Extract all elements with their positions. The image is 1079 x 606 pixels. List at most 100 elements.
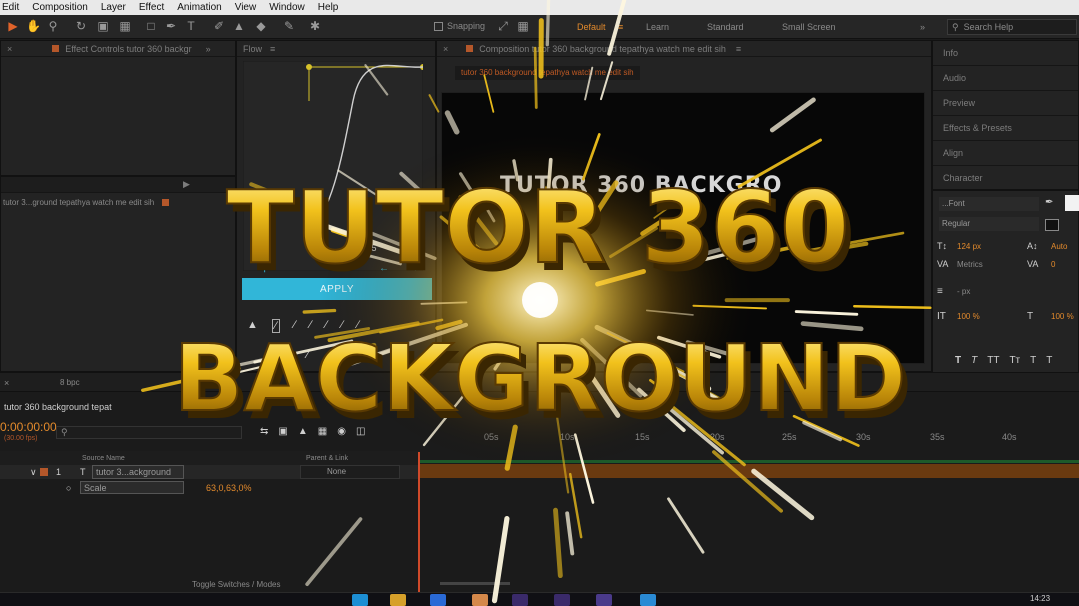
clone-stamp-tool-icon[interactable]: ▲	[232, 19, 246, 33]
workspace-menu-icon[interactable]: ≡	[618, 22, 623, 32]
audio-panel-tab[interactable]: Audio	[933, 66, 1078, 91]
layer-expand-icon[interactable]: ∨	[30, 467, 37, 478]
toggle-switches-modes[interactable]: Toggle Switches / Modes	[192, 580, 281, 589]
font-family-field[interactable]: ...Font	[939, 197, 1039, 211]
faux-italic-button[interactable]: T	[971, 355, 977, 366]
eyedropper-icon[interactable]: ✒	[1045, 197, 1053, 208]
vertical-scale-value[interactable]: 100 %	[957, 312, 980, 321]
composition-tab[interactable]: tutor 360 background tepathya watch me e…	[455, 66, 640, 80]
comp-close-icon[interactable]: ×	[443, 44, 448, 54]
star-icon[interactable]: ☆	[413, 241, 422, 252]
motion-blur-icon[interactable]: ◉	[337, 426, 346, 437]
ease-preset-2-icon[interactable]: ∕	[294, 319, 296, 333]
workspace-default[interactable]: Default	[577, 22, 606, 32]
flow-search-icon[interactable]: ⚲	[261, 263, 268, 274]
ease-preset-9-icon[interactable]: ∕	[307, 349, 309, 361]
timeline-search-input[interactable]: ⚲	[56, 426, 242, 439]
menu-composition[interactable]: Composition	[32, 2, 88, 13]
close-icon[interactable]: ×	[7, 44, 12, 54]
graph-editor-icon[interactable]: ◫	[356, 426, 365, 437]
stroke-color-swatch[interactable]	[1045, 219, 1059, 231]
info-panel-tab[interactable]: Info	[933, 41, 1078, 66]
all-caps-button[interactable]: TT	[987, 355, 999, 366]
eraser-tool-icon[interactable]: ◆	[254, 19, 268, 33]
project-search-bar[interactable]: ▶	[1, 177, 235, 193]
puppet-tool-icon[interactable]: ✱	[308, 19, 322, 33]
menu-view[interactable]: View	[235, 2, 257, 13]
rectangle-tool-icon[interactable]: □	[144, 19, 158, 33]
project-item[interactable]: tutor 3...ground tepathya watch me edit …	[1, 193, 235, 211]
draft-3d-icon[interactable]: ⇆	[260, 426, 268, 437]
stopwatch-icon[interactable]: ○	[66, 483, 71, 493]
effect-controls-header[interactable]: × Effect Controls tutor 360 backgr »	[1, 41, 235, 57]
workspace-small-screen[interactable]: Small Screen	[782, 22, 836, 32]
rotate-tool-icon[interactable]: ↻	[74, 19, 88, 33]
effects-presets-panel-tab[interactable]: Effects & Presets	[933, 116, 1078, 141]
selection-tool-icon[interactable]: ▶	[6, 19, 20, 33]
ease-preset-1-icon[interactable]: ∕	[271, 319, 280, 333]
preview-panel-tab[interactable]: Preview	[933, 91, 1078, 116]
taskbar-ae-icon[interactable]	[554, 594, 570, 606]
timecode[interactable]: 0:00:00:00	[0, 420, 57, 434]
taskbar-ae-icon[interactable]	[512, 594, 528, 606]
snap-edge-icon[interactable]: ⤢	[496, 19, 510, 33]
ease-add-icon[interactable]: +	[407, 349, 413, 361]
zoom-tool-icon[interactable]: ⚲	[46, 19, 60, 33]
menu-effect[interactable]: Effect	[139, 2, 164, 13]
scale-value[interactable]: 63,0,63,0%	[206, 483, 252, 493]
snapping-toggle[interactable]: Snapping	[434, 21, 485, 31]
workspace-overflow-icon[interactable]: »	[920, 22, 925, 32]
brush-tool-icon[interactable]: ✐	[212, 19, 226, 33]
taskbar-edge-icon[interactable]	[640, 594, 656, 606]
taskbar-folder-icon[interactable]	[390, 594, 406, 606]
tracking-value[interactable]: 0	[1051, 260, 1055, 269]
flow-menu-icon[interactable]: ≡	[270, 44, 275, 54]
flow-header[interactable]: Flow ≡	[237, 41, 435, 57]
align-panel-tab[interactable]: Align	[933, 141, 1078, 166]
menu-edit[interactable]: Edit	[2, 2, 19, 13]
menu-layer[interactable]: Layer	[101, 2, 126, 13]
camera-tool-icon[interactable]: ▣	[96, 19, 110, 33]
leading-value[interactable]: Auto	[1051, 242, 1067, 251]
taskbar-premiere-icon[interactable]	[596, 594, 612, 606]
cube-icon[interactable]: ▣	[278, 426, 287, 437]
layer-duration-bar[interactable]	[420, 464, 1079, 478]
layer-label-swatch[interactable]	[40, 468, 48, 476]
parent-dropdown[interactable]: None	[300, 465, 400, 479]
ease-preset-7-icon[interactable]: ∕	[267, 349, 269, 361]
workspace-standard[interactable]: Standard	[707, 22, 744, 32]
frame-blend-icon[interactable]: ▦	[318, 426, 327, 437]
horizontal-scale-value[interactable]: 100 %	[1051, 312, 1074, 321]
bpc-label[interactable]: 8 bpc	[60, 378, 80, 387]
taskbar-store-icon[interactable]	[430, 594, 446, 606]
shy-icon[interactable]: ▲	[298, 426, 308, 437]
roto-brush-tool-icon[interactable]: ✎	[282, 19, 296, 33]
ease-preset-4-icon[interactable]: ∕	[325, 319, 327, 333]
menu-window[interactable]: Window	[269, 2, 305, 13]
font-style-field[interactable]: Regular	[939, 217, 1039, 231]
flow-curve-graph[interactable]	[243, 61, 423, 271]
time-ruler[interactable]: 05s 10s 15s 20s 25s 30s 35s 40s	[420, 430, 1079, 444]
timeline-comp-tab[interactable]: tutor 360 background tepat	[4, 402, 112, 412]
work-area-bar[interactable]	[420, 460, 1079, 463]
apply-button[interactable]: APPLY	[242, 278, 432, 300]
ease-preset-3-icon[interactable]: ∕	[310, 319, 312, 333]
taskbar-app-icon[interactable]	[352, 594, 368, 606]
snapping-checkbox[interactable]	[434, 21, 443, 31]
hand-tool-icon[interactable]: ✋	[26, 19, 41, 33]
fill-color-swatch[interactable]	[1065, 195, 1079, 211]
composition-header[interactable]: × Composition tutor 360 background tepat…	[437, 41, 931, 57]
scale-property-row[interactable]: ○ Scale 63,0,63,0%	[0, 481, 420, 495]
menu-animation[interactable]: Animation	[177, 2, 221, 13]
taskbar-app-icon[interactable]	[472, 594, 488, 606]
menu-help[interactable]: Help	[318, 2, 339, 13]
timeline-zoom-slider[interactable]	[440, 582, 510, 585]
playhead[interactable]	[418, 452, 420, 592]
flow-hat-icon[interactable]: ▲	[247, 319, 258, 333]
stroke-width-value[interactable]: - px	[957, 287, 970, 296]
small-caps-button[interactable]: Tт	[1009, 355, 1020, 366]
ease-preset-5-icon[interactable]: ∕	[341, 319, 343, 333]
workspace-learn[interactable]: Learn	[646, 22, 669, 32]
flow-arrow-right-icon[interactable]: →	[409, 263, 419, 274]
pan-behind-tool-icon[interactable]: ▦	[118, 19, 132, 33]
